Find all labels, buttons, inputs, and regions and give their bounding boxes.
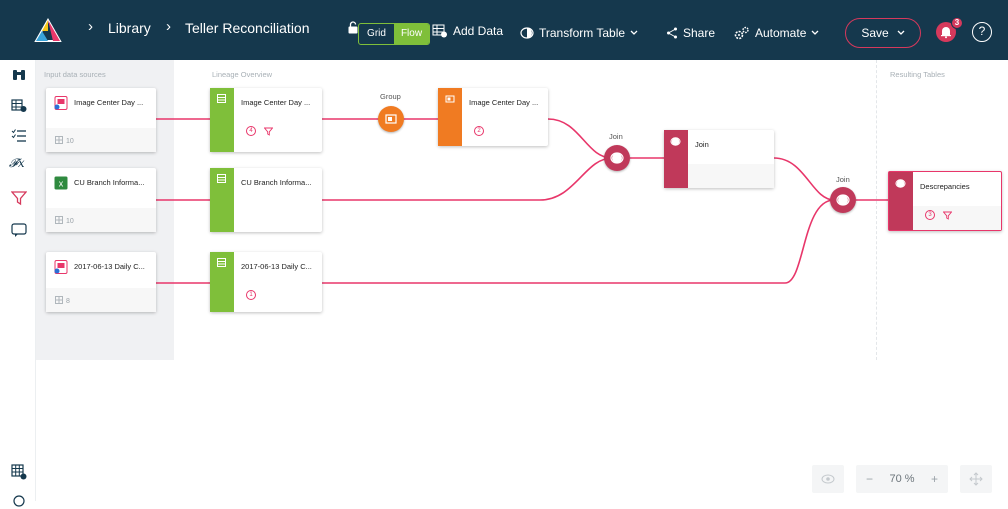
group-icon [385,114,397,124]
pdf-icon [54,96,68,110]
card-footer: 10 [46,128,156,152]
zoom-in-button[interactable]: + [931,472,938,486]
source-card-image-center[interactable]: Image Center Day ... 10 [46,88,156,152]
table-icon [55,216,63,224]
transform-count-badge[interactable]: 2 [474,126,484,136]
source-title: Image Center Day ... [74,98,144,107]
group-icon [445,95,455,103]
table-icon [217,94,226,103]
eye-icon [821,474,835,484]
join-icon [670,137,681,146]
join-node-label: Join [609,132,623,141]
connector-line [322,157,613,201]
source-title: 2017-06-13 Daily C... [74,262,145,271]
card-footer: 8 [46,288,156,312]
connector-line [547,118,613,159]
fit-to-screen-button[interactable] [960,465,992,493]
connector-line [322,199,835,284]
join-node[interactable] [830,187,856,213]
transform-count-badge[interactable]: 4 [246,126,256,136]
filter-icon[interactable] [943,211,952,220]
card-title: Image Center Day ... [469,98,539,107]
card-title: CU Branch Informa... [241,178,312,187]
zoom-level: 70 % [889,473,915,485]
row-count: 10 [66,138,74,145]
source-card-cu-branch[interactable]: x CU Branch Informa... 10 [46,168,156,232]
card-title: Join [695,140,709,149]
lineage-card-image-center[interactable]: Image Center Day ... 4 [210,88,322,152]
lineage-card-cu-branch[interactable]: CU Branch Informa... [210,168,322,232]
table-icon [55,296,63,304]
connector-line [773,157,835,201]
card-title: Image Center Day ... [241,98,311,107]
group-node-label: Group [380,92,401,101]
table-icon [55,136,63,144]
flow-connections [156,118,888,284]
zoom-control: − 70 % + [856,465,948,493]
card-footer: 10 [46,208,156,232]
row-count: 8 [66,298,70,305]
group-result-card[interactable]: Image Center Day ... 2 [438,88,548,146]
transform-count-badge[interactable]: 1 [246,290,256,300]
card-title: 2017-06-13 Daily C... [241,262,312,271]
svg-text:x: x [59,179,64,189]
join-icon [836,194,850,206]
join-result-card[interactable]: Join [664,130,774,188]
card-color-band [210,252,234,312]
card-title: Descrepancies [920,182,970,191]
join-icon [610,152,624,164]
lineage-card-daily[interactable]: 2017-06-13 Daily C... 1 [210,252,322,312]
table-icon [217,258,226,267]
join-icon [895,179,906,188]
table-icon [217,174,226,183]
group-node[interactable] [378,106,404,132]
join-node[interactable] [604,145,630,171]
card-color-band [889,172,913,230]
card-color-band [210,168,234,232]
pdf-icon [54,260,68,274]
card-color-band [664,130,688,188]
source-title: CU Branch Informa... [74,178,145,187]
result-card-discrepancies[interactable]: Descrepancies 3 [888,171,1002,231]
card-footer [688,164,774,188]
source-card-daily[interactable]: 2017-06-13 Daily C... 8 [46,252,156,312]
zoom-out-button[interactable]: − [866,472,873,486]
row-count: 10 [66,218,74,225]
filter-icon[interactable] [264,127,273,136]
card-color-band [210,88,234,152]
card-color-band [438,88,462,146]
join-node-label: Join [836,175,850,184]
transform-count-badge[interactable]: 3 [925,210,935,220]
preview-toggle-button[interactable] [812,465,844,493]
excel-icon: x [54,176,68,190]
move-arrows-icon [969,472,983,486]
